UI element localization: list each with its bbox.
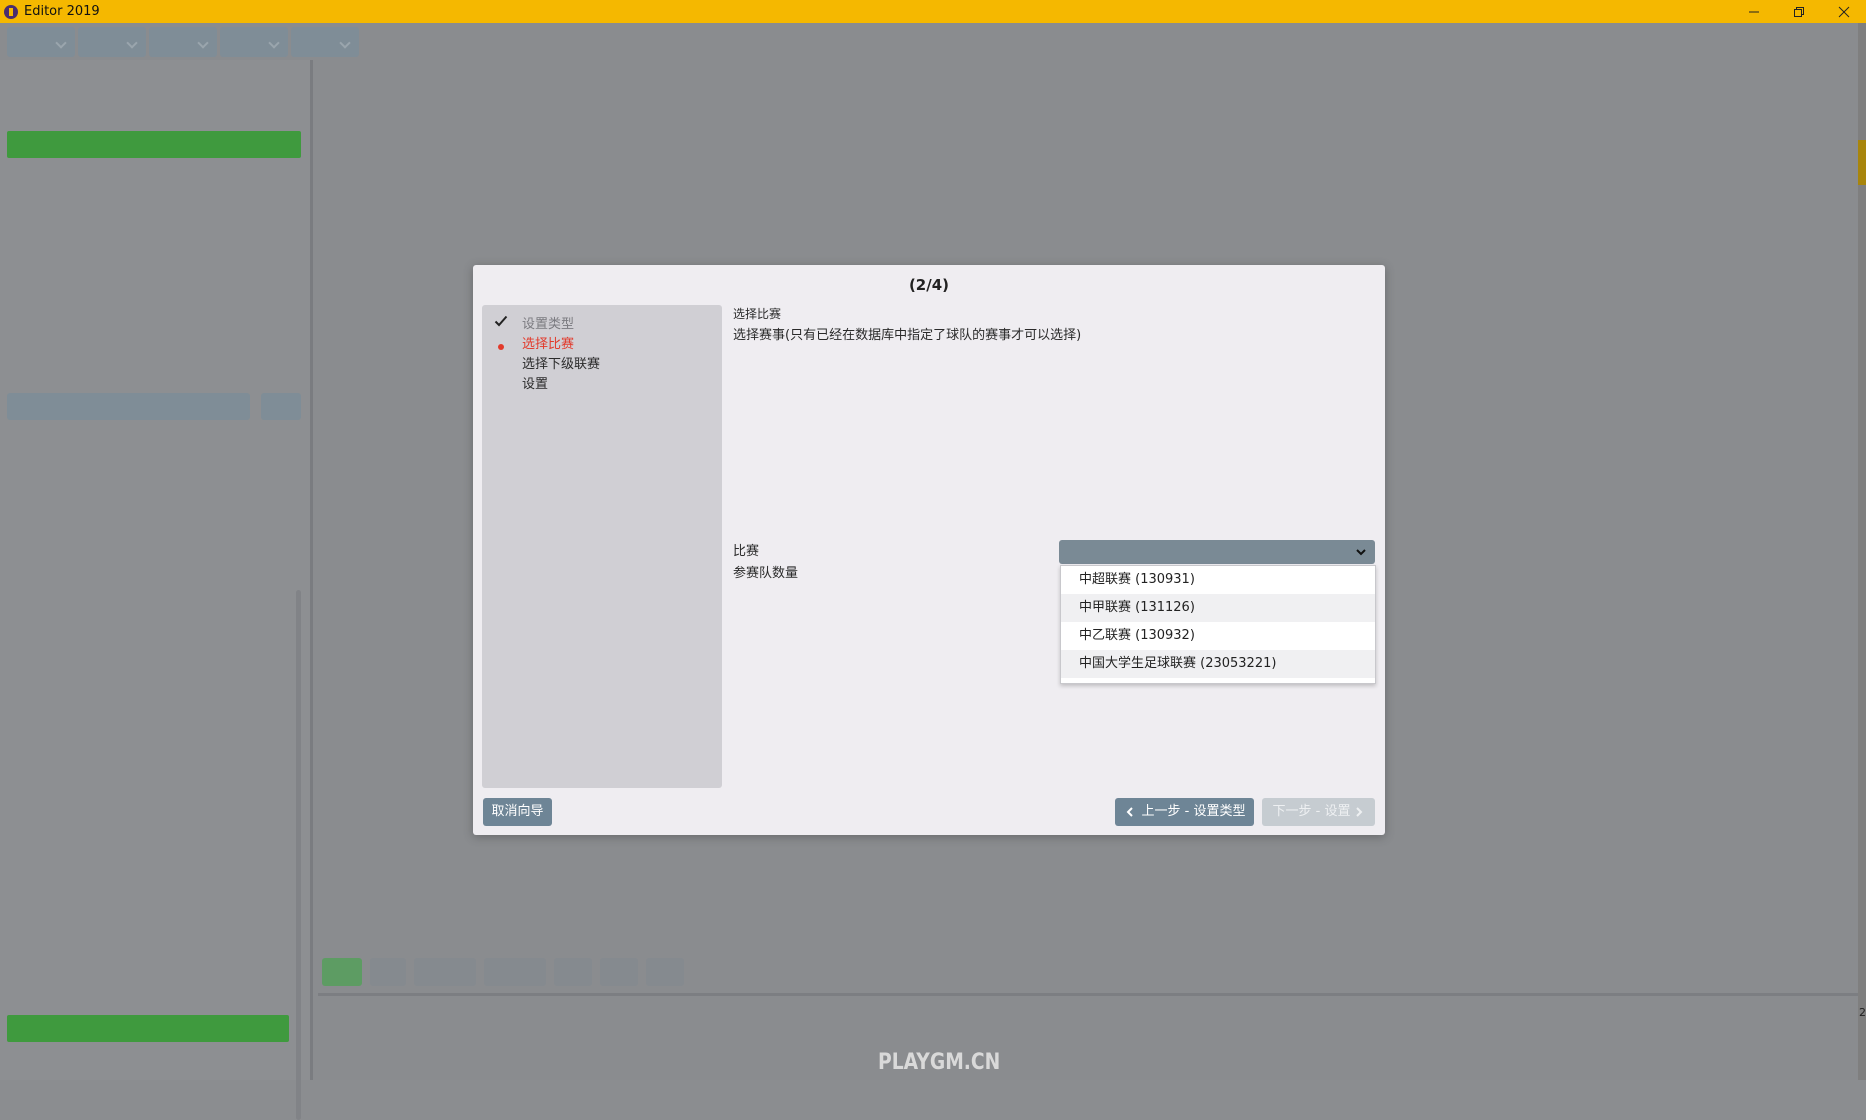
- step-settings: 设置: [522, 377, 549, 392]
- dropdown-option[interactable]: 中甲联赛 (131126): [1061, 594, 1375, 622]
- bottom-tab-1[interactable]: [322, 958, 362, 986]
- content-description: 选择赛事(只有已经在数据库中指定了球队的赛事才可以选择): [733, 328, 1082, 343]
- restore-button[interactable]: [1776, 0, 1821, 23]
- title-bar: Editor 2019: [0, 0, 1866, 23]
- current-step-dot-icon: [498, 344, 504, 350]
- scroll-marker: [1858, 140, 1866, 185]
- toolbar-menu-3[interactable]: [149, 27, 217, 57]
- step-counter: (2/4): [908, 276, 950, 294]
- bottom-tab-4[interactable]: [484, 958, 546, 986]
- dropdown-option[interactable]: 中国大学生足球联赛 (23053221): [1061, 650, 1375, 678]
- step-select-sub-league: 选择下级联赛: [522, 357, 601, 372]
- sidebar: [0, 60, 313, 1120]
- toolbar-menu-4[interactable]: [220, 27, 288, 57]
- toolbar: [7, 27, 359, 57]
- minimize-icon: [1748, 11, 1759, 12]
- window-title: Editor 2019: [24, 4, 100, 19]
- next-step-button[interactable]: 下一步 - 设置: [1262, 798, 1375, 826]
- steps-panel: 设置类型 选择比赛 选择下级联赛 设置: [482, 305, 722, 788]
- toolbar-menu-5[interactable]: [291, 27, 359, 57]
- bottom-divider: [318, 993, 1858, 996]
- sidebar-active-item[interactable]: [7, 131, 301, 158]
- sidebar-scrollbar[interactable]: [296, 590, 301, 1120]
- competition-dropdown: 中超联赛 (130931) 中甲联赛 (131126) 中乙联赛 (130932…: [1060, 565, 1376, 684]
- competition-label: 比赛: [733, 544, 760, 559]
- bottom-tab-2[interactable]: [370, 958, 406, 986]
- cancel-wizard-button[interactable]: 取消向导: [483, 798, 552, 826]
- bottom-tab-5[interactable]: [554, 958, 592, 986]
- bottom-tab-7[interactable]: [646, 958, 684, 986]
- wizard-dialog: (2/4) 设置类型 选择比赛 选择下级联赛 设置 选择比赛 选择赛事(只有已经…: [473, 265, 1385, 835]
- content-title: 选择比赛: [733, 307, 782, 321]
- watermark: PLAYGM.CN: [878, 1050, 1001, 1075]
- step-set-type: 设置类型: [522, 317, 575, 332]
- app-icon: [4, 4, 18, 19]
- sidebar-active-tree-item[interactable]: [7, 1015, 289, 1042]
- sidebar-filter-select[interactable]: [7, 393, 250, 420]
- bottom-tab-bar: [322, 958, 684, 986]
- competition-select[interactable]: [1059, 540, 1375, 564]
- cancel-wizard-label: 取消向导: [491, 804, 544, 819]
- check-icon: [494, 315, 508, 327]
- previous-step-button[interactable]: 上一步 - 设置类型: [1115, 798, 1254, 826]
- chevron-down-icon: [1356, 549, 1366, 556]
- minimize-button[interactable]: [1731, 0, 1776, 23]
- chevron-left-icon: [1126, 807, 1133, 817]
- bottom-tab-3[interactable]: [414, 958, 476, 986]
- window-controls: [1731, 0, 1866, 23]
- chevron-right-icon: [1356, 807, 1363, 817]
- close-button[interactable]: [1821, 0, 1866, 23]
- team-count-label: 参赛队数量: [733, 566, 799, 581]
- edge-number: 2: [1859, 1006, 1866, 1019]
- bottom-tab-6[interactable]: [600, 958, 638, 986]
- sidebar-filter-button[interactable]: [261, 393, 301, 420]
- dropdown-option[interactable]: 中超联赛 (130931): [1061, 566, 1375, 594]
- toolbar-menu-1[interactable]: [7, 27, 75, 57]
- restore-icon: [1793, 6, 1804, 17]
- next-step-label: 下一步 - 设置: [1272, 804, 1351, 819]
- toolbar-menu-2[interactable]: [78, 27, 146, 57]
- step-select-competition: 选择比赛: [522, 337, 575, 352]
- close-icon: [1838, 6, 1849, 17]
- previous-step-label: 上一步 - 设置类型: [1141, 804, 1246, 819]
- dropdown-option[interactable]: 中乙联赛 (130932): [1061, 622, 1375, 650]
